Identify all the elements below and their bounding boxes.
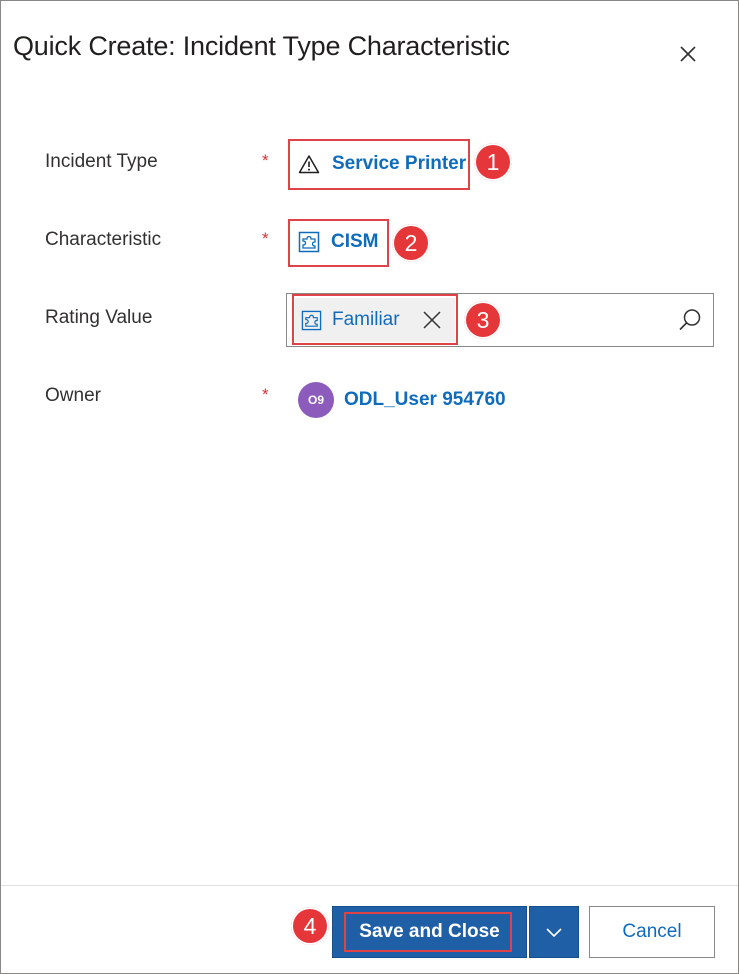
footer-divider <box>1 885 738 886</box>
quick-create-dialog: Quick Create: Incident Type Characterist… <box>0 0 739 974</box>
owner-label: Owner <box>45 385 101 406</box>
required-marker: * <box>262 151 269 170</box>
callout-badge-3: 3 <box>464 301 502 339</box>
callout-badge-1: 1 <box>474 143 512 181</box>
highlight-box <box>288 139 470 190</box>
save-options-button[interactable] <box>529 906 579 958</box>
dialog-title: Quick Create: Incident Type Characterist… <box>13 31 510 61</box>
required-marker: * <box>262 229 269 248</box>
cancel-button[interactable]: Cancel <box>589 906 715 958</box>
rating-value-label: Rating Value <box>45 307 153 328</box>
required-marker: * <box>262 385 269 404</box>
highlight-box <box>292 294 458 345</box>
chevron-down-icon <box>546 928 562 938</box>
owner-avatar: O9 <box>298 382 334 418</box>
lookup-search-button[interactable] <box>677 307 703 333</box>
callout-badge-4: 4 <box>291 907 329 945</box>
search-icon <box>679 309 701 331</box>
cancel-label: Cancel <box>622 921 682 942</box>
close-icon <box>680 46 696 62</box>
highlight-box <box>344 912 512 952</box>
highlight-box <box>288 219 389 267</box>
callout-badge-2: 2 <box>392 224 430 262</box>
close-button[interactable] <box>675 41 701 67</box>
characteristic-label: Characteristic <box>45 229 162 250</box>
owner-value-link[interactable]: ODL_User 954760 <box>344 389 506 411</box>
incident-type-label: Incident Type <box>45 151 158 172</box>
